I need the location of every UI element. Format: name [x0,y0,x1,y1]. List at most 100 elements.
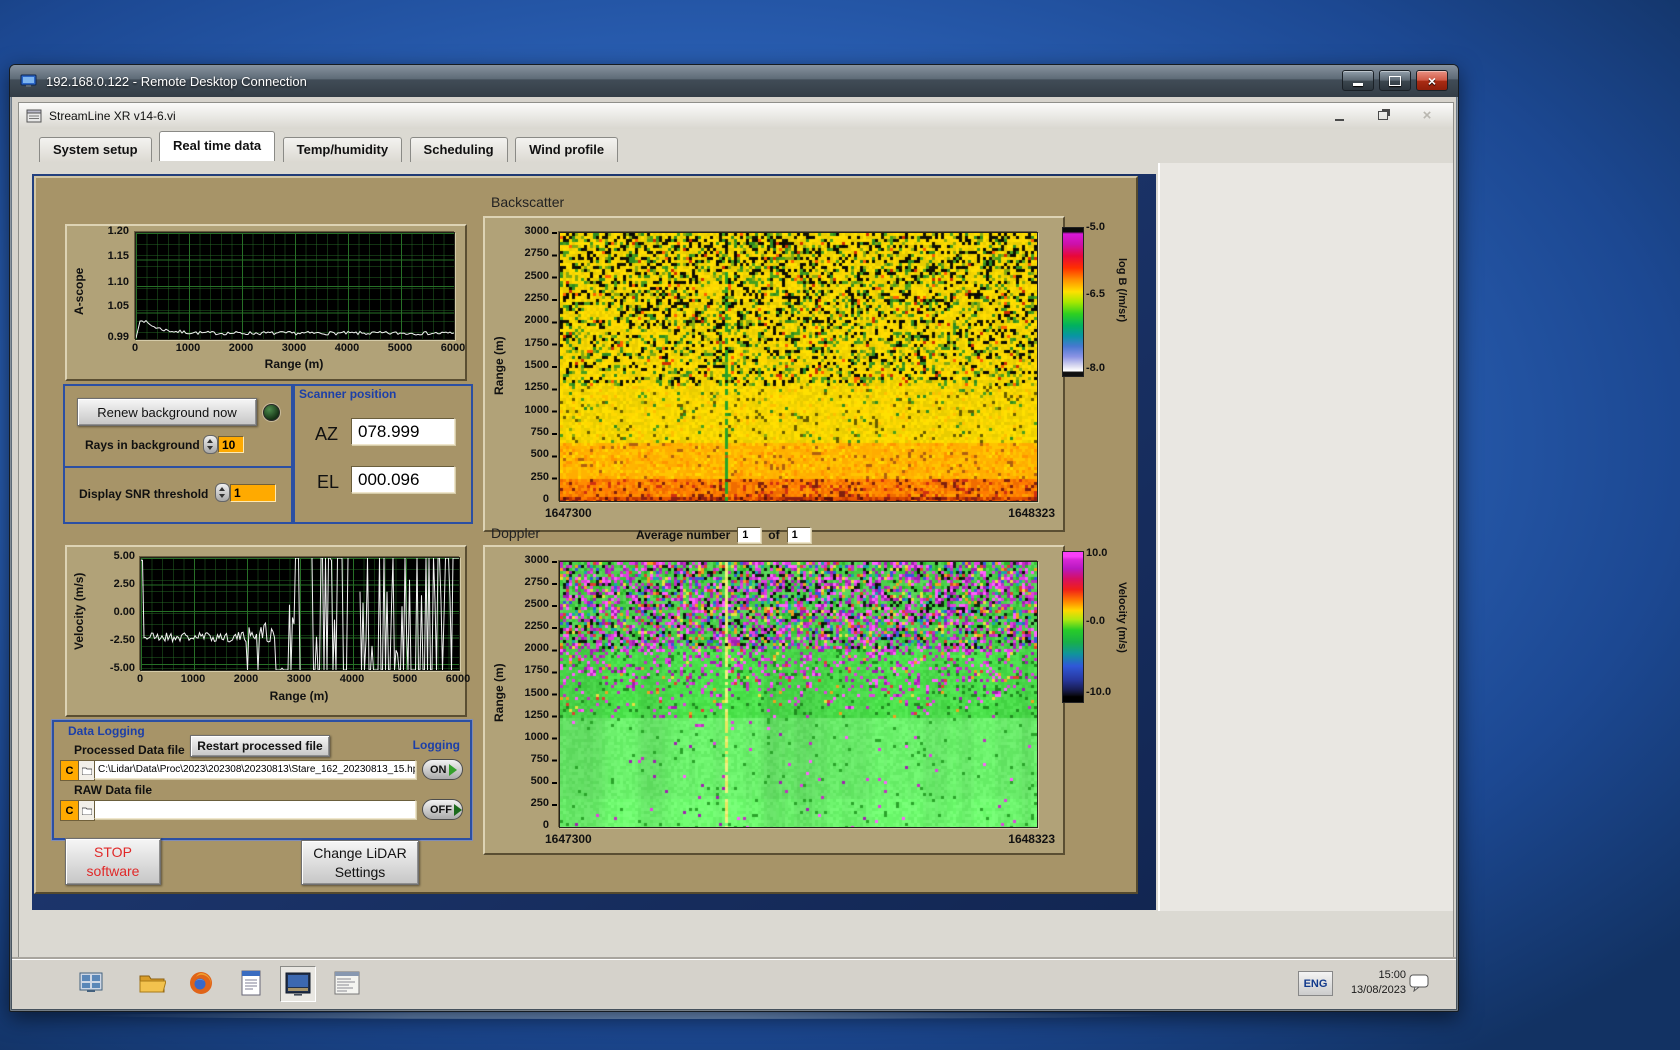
x-tick-label: 5000 [387,342,413,354]
close-icon: × [1427,72,1437,89]
doppler-y-ticks: 3000 2750 2500 2250 2000 1750 1500 1250 1000 750 5… [507,554,549,831]
rays-in-background-label: Rays in background [85,438,200,452]
x-tick-label: 2000 [233,673,259,685]
change-lidar-settings-button[interactable]: Change LiDAR Settings [301,840,419,885]
taskbar-notification-button[interactable] [1408,972,1430,994]
y-tick-label: 2250 [524,620,549,633]
remote-session: StreamLine XR v14-6.vi × System setup Re… [12,97,1456,1009]
az-label: AZ [315,424,339,444]
x-tick-label: 4000 [334,342,360,354]
taskbar-streamline-app-button[interactable] [280,966,316,1002]
app-client-area: A-scope 1.20 1.15 1.10 1.05 0.99 0 1000 2000 30… [19,163,1453,961]
x-tick-label: 4000 [339,673,365,685]
rdp-close-button[interactable]: × [1416,70,1448,91]
processed-logging-on-button[interactable]: ON [422,759,463,780]
y-tick-label: 0.00 [113,606,135,618]
backscatter-y-axis-label: Range (m) [492,336,506,395]
taskbar-explorer-button[interactable] [135,966,169,1000]
language-bar-eng[interactable]: ENG [1298,971,1333,996]
snr-threshold-frame: Display SNR threshold 1 [63,466,293,524]
average-number-row: Average number 1 of 1 [636,527,811,543]
remote-desktop-icon [20,74,37,89]
doppler-cb-max: 10.0 [1086,547,1108,559]
ascope-y-axis-label: A-scope [72,267,86,315]
taskbar-firefox-button[interactable] [184,966,218,1000]
backscatter-cb-max: -5.0 [1086,221,1105,233]
doppler-cb-label: Velocity (m/s) [1116,582,1128,653]
comment-bubble-icon [1409,974,1429,992]
tab-scheduling[interactable]: Scheduling [409,137,508,162]
rdp-window: 192.168.0.122 - Remote Desktop Connectio… [9,64,1459,1012]
doppler-heatmap [559,561,1038,828]
taskbar-show-desktop-button[interactable] [74,966,108,1000]
client-right-area [1158,163,1453,911]
backscatter-y-ticks: 3000 2750 2500 2250 2000 1750 1500 1250 1000 750 5… [507,225,549,505]
el-value-field[interactable]: 000.096 [351,466,455,493]
doppler-cb-mid: -0.0 [1086,615,1105,627]
velocity-trace [141,558,459,670]
raw-logging-off-button[interactable]: OFF [422,799,463,820]
tab-temp-humidity[interactable]: Temp/humidity [282,137,403,162]
backscatter-x-start: 1647300 [545,506,592,520]
show-desktop-icon [79,972,103,992]
doppler-tick-marks [552,561,557,826]
velocity-graph-frame: Velocity (m/s) 5.00 2.50 0.00 -2.50 -5.00 01… [65,545,470,717]
average-total-field[interactable]: 1 [786,527,811,543]
green-arrow-icon [454,803,462,816]
app-close-button[interactable]: × [1415,107,1439,124]
taskbar-document-button[interactable] [234,966,268,1000]
app-minimize-button[interactable] [1327,107,1351,124]
y-tick-label: 5.00 [113,550,135,562]
remote-taskbar: ENG 15:00 13/08/2023 [12,959,1456,1006]
stop-software-button[interactable]: STOP software [65,838,161,885]
app-restore-button[interactable] [1371,107,1395,124]
taskbar-scan-scheduler-button[interactable] [330,966,364,1000]
tab-system-setup[interactable]: System setup [39,137,152,162]
processed-path-field[interactable]: C:\Lidar\Data\Proc\2023\202308\20230813\… [94,760,416,779]
on-label: ON [430,763,447,776]
renew-background-button[interactable]: Renew background now [77,398,257,426]
streamline-app-window: StreamLine XR v14-6.vi × System setup Re… [18,102,1454,962]
y-tick-label: 1750 [524,336,549,349]
y-tick-label: 1750 [524,664,549,677]
tab-wind-profile[interactable]: Wind profile [515,137,619,162]
processed-drive-selector[interactable]: C [60,760,79,781]
velocity-plot [140,557,460,671]
restart-processed-file-button[interactable]: Restart processed file [190,735,330,757]
rdp-titlebar[interactable]: 192.168.0.122 - Remote Desktop Connectio… [10,65,1458,97]
snr-spinner[interactable] [215,483,230,502]
tab-strip: System setup Real time data Temp/humidit… [19,129,1453,163]
rays-in-background-field[interactable]: 10 [218,436,244,453]
y-tick-label: -2.50 [109,634,135,646]
backscatter-cb-mid: -6.5 [1086,288,1105,300]
y-tick-label: 750 [530,426,549,438]
raw-path-field[interactable] [94,800,416,819]
average-number-field[interactable]: 1 [737,527,762,543]
y-tick-label: 1.05 [107,300,129,313]
rdp-minimize-button[interactable] [1342,70,1374,91]
az-value-field[interactable]: 078.999 [351,418,455,445]
green-arrow-icon [448,763,457,776]
rays-spinner[interactable] [203,435,218,454]
rdp-window-title: 192.168.0.122 - Remote Desktop Connectio… [46,73,307,89]
ascope-graph-frame: A-scope 1.20 1.15 1.10 1.05 0.99 0 1000 2000 30… [65,224,467,381]
ascope-x-ticks: 0 1000 2000 3000 4000 5000 6000 [132,342,465,356]
raw-folder-browse-button[interactable] [78,800,95,821]
velocity-y-ticks: 5.00 2.50 0.00 -2.50 -5.00 [91,550,135,674]
off-label: OFF [430,803,452,816]
rdp-maximize-button[interactable] [1379,70,1411,91]
tab-real-time-data[interactable]: Real time data [159,131,276,161]
taskbar-clock[interactable]: 15:00 13/08/2023 [1334,968,1406,998]
panel-backdrop: A-scope 1.20 1.15 1.10 1.05 0.99 0 1000 2000 30… [32,174,1156,910]
raw-data-file-label: RAW Data file [74,783,153,797]
processed-folder-browse-button[interactable] [78,760,95,781]
minimize-icon [1334,118,1344,121]
doppler-x-start: 1647300 [545,832,592,846]
y-tick-label: 1500 [524,686,549,699]
snr-threshold-field[interactable]: 1 [230,484,276,502]
labview-front-panel: A-scope 1.20 1.15 1.10 1.05 0.99 0 1000 2000 30… [34,176,1138,894]
raw-drive-selector[interactable]: C [60,800,79,821]
y-tick-label: 2250 [524,292,549,304]
app-titlebar[interactable]: StreamLine XR v14-6.vi × [19,103,1453,130]
y-tick-label: 1250 [524,381,549,394]
